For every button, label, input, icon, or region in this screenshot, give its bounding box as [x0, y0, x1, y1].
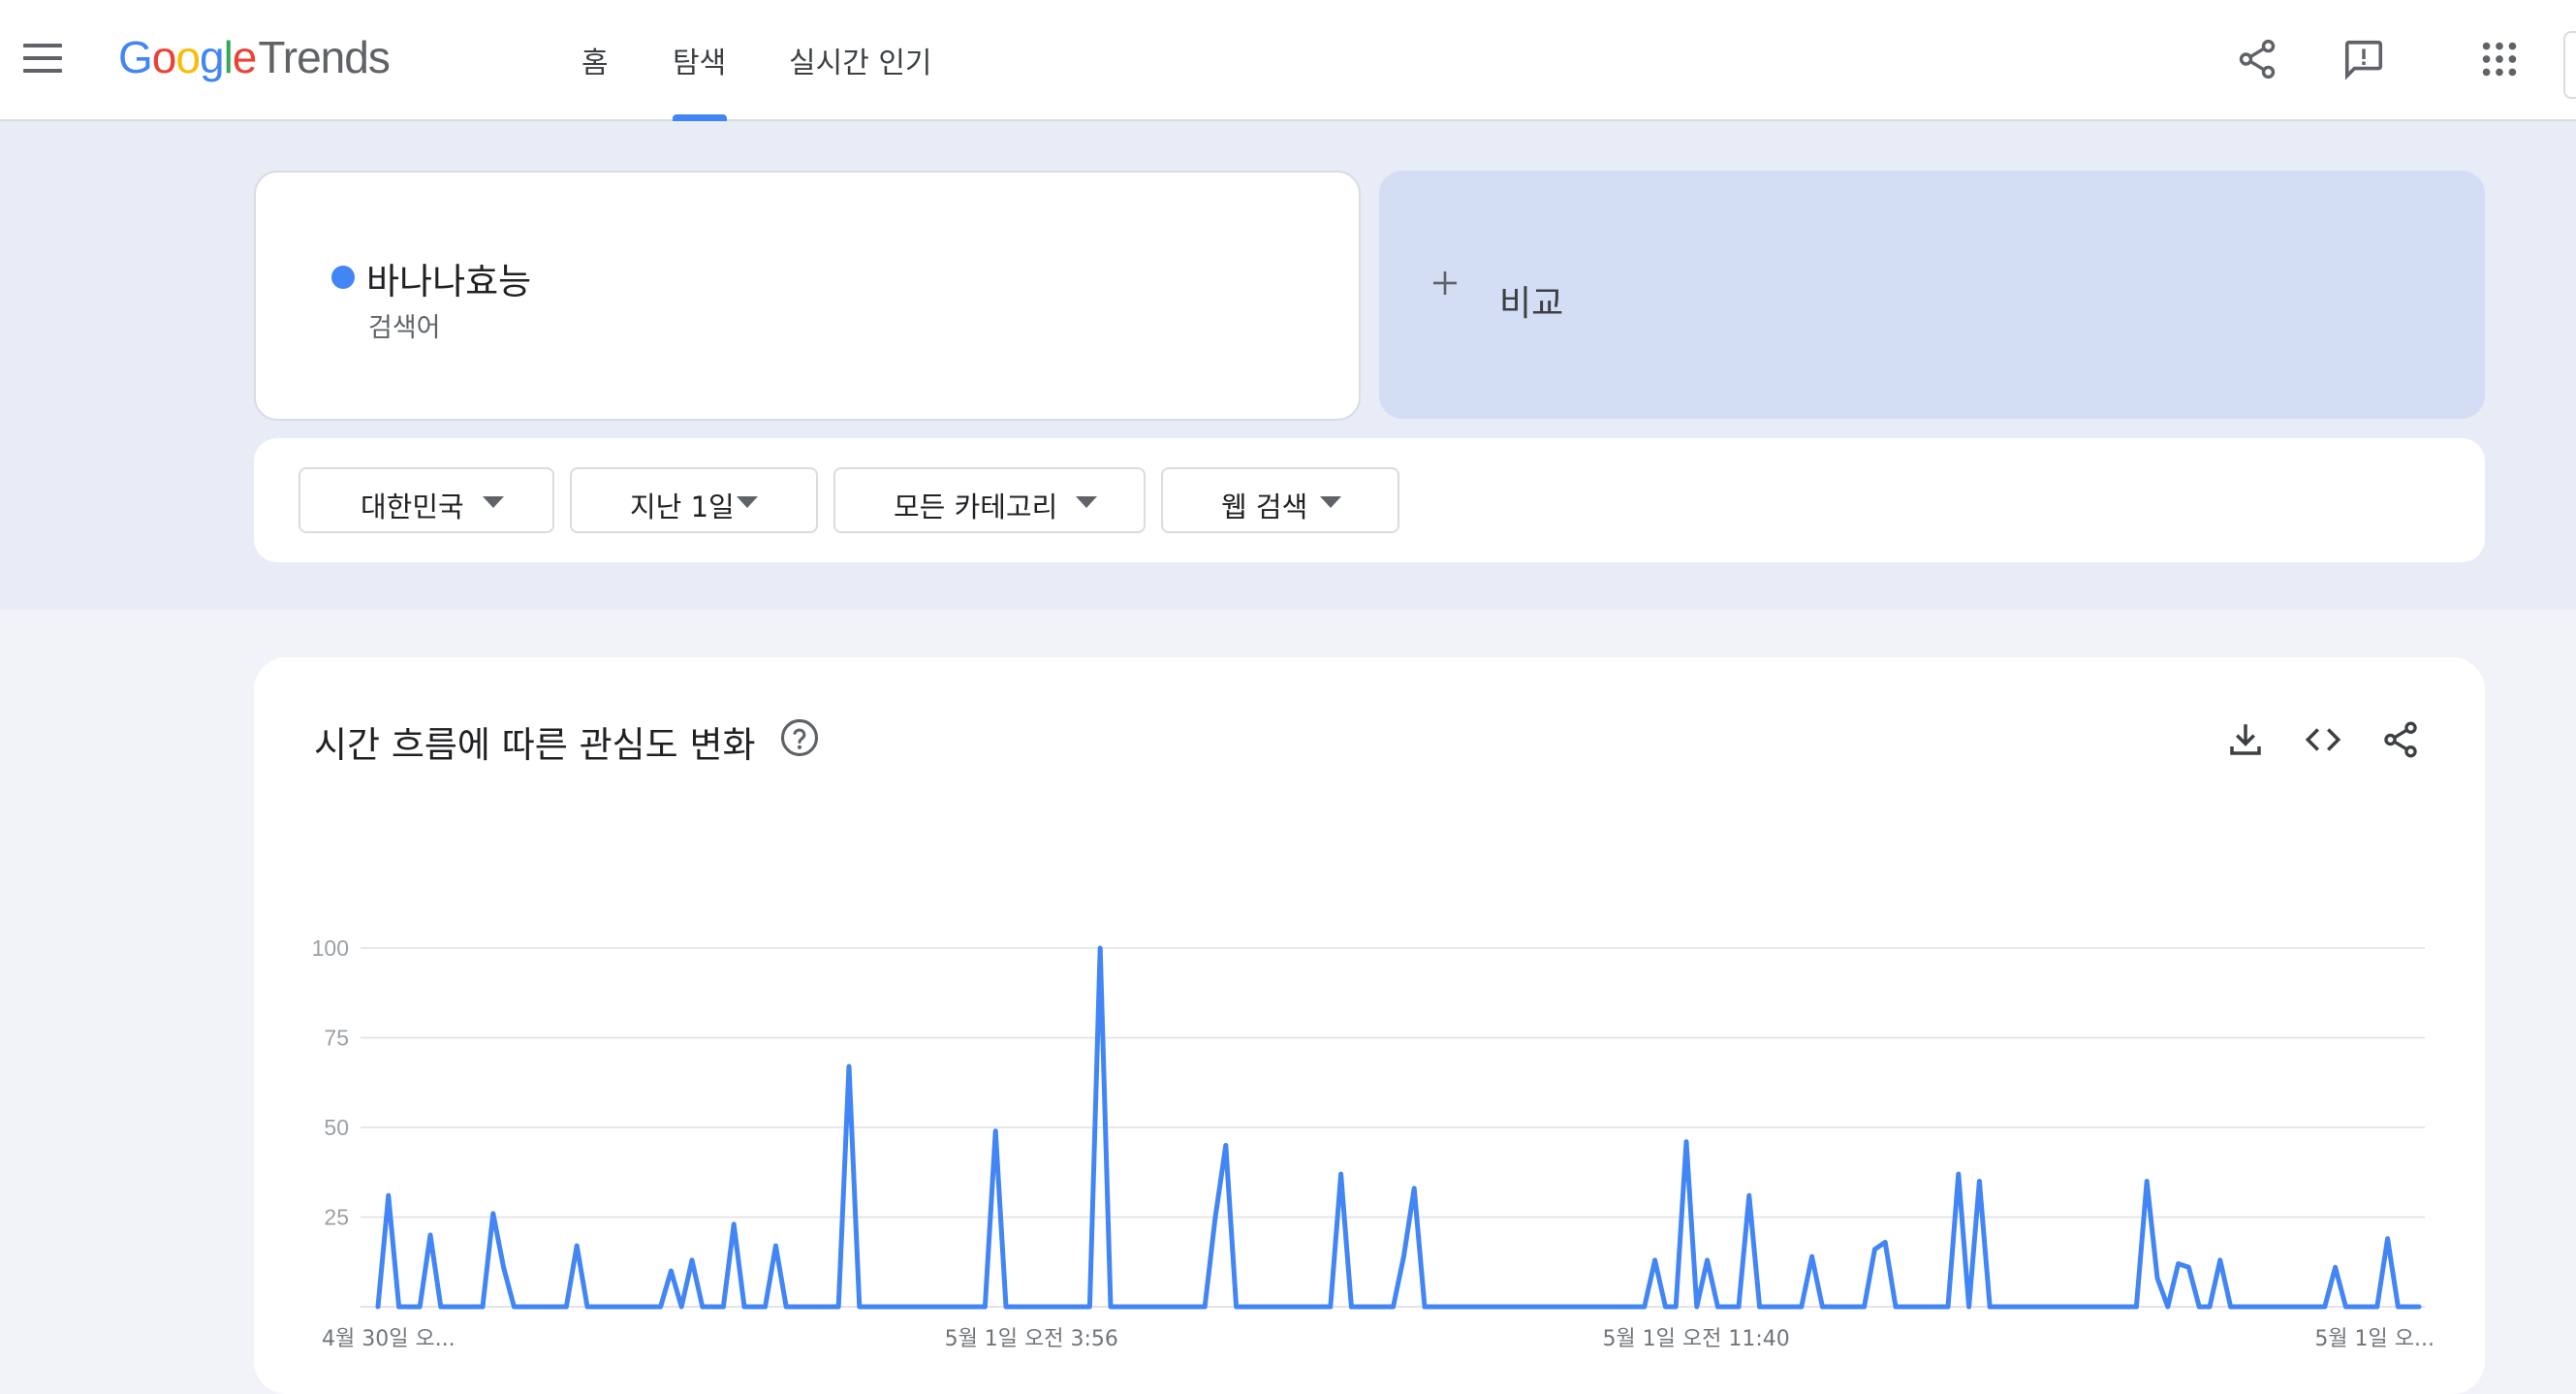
caret-down-icon: [1320, 496, 1341, 508]
time-filter[interactable]: 지난 1일: [570, 467, 818, 533]
logo-letter: o: [175, 32, 201, 82]
x-tick-label: 4월 30일 오...: [322, 1327, 456, 1351]
tab-trending-now[interactable]: 실시간 인기: [789, 39, 932, 81]
search-term[interactable]: 바나나효능: [366, 252, 531, 304]
google-trends-logo[interactable]: GoogleTrends: [118, 31, 391, 83]
logo-letter: G: [118, 32, 153, 82]
search-type-filter[interactable]: 웹 검색: [1161, 467, 1399, 533]
filter-bar: 대한민국 지난 1일 모든 카테고리 웹 검색: [254, 438, 2485, 562]
y-tick-label: 75: [324, 1026, 349, 1051]
term-color-dot: [331, 266, 355, 289]
top-header: GoogleTrends 홈 탐색 실시간 인기: [0, 0, 2576, 121]
caret-down-icon: [483, 496, 504, 508]
time-filter-label: 지난 1일: [630, 491, 735, 523]
share-icon[interactable]: [2235, 37, 2279, 81]
category-filter[interactable]: 모든 카테고리: [833, 467, 1146, 533]
y-tick-label: 25: [324, 1205, 349, 1230]
y-tick-label: 50: [324, 1115, 349, 1140]
logo-letter: g: [199, 32, 225, 82]
plus-icon: [1433, 271, 1457, 295]
menu-icon[interactable]: [23, 44, 62, 75]
active-tab-indicator: [673, 114, 727, 121]
logo-letter: o: [151, 32, 177, 82]
search-term-card[interactable]: 바나나효능 검색어: [254, 171, 1361, 421]
interest-line-chart[interactable]: 25 50 75 100 4월 30일 오... 5월 1일 오전 3:56 5월 1일 오…: [254, 657, 2485, 1367]
caret-down-icon: [1076, 496, 1097, 508]
logo-letter: l: [223, 32, 234, 82]
account-button-edge[interactable]: [2563, 31, 2576, 99]
x-tick-label: 5월 1일 오전 3:56: [945, 1327, 1118, 1351]
x-tick-label: 5월 1일 오...: [2314, 1327, 2435, 1351]
tab-explore[interactable]: 탐색: [673, 39, 726, 81]
region-filter[interactable]: 대한민국: [298, 467, 554, 533]
compare-button[interactable]: 비교: [1379, 171, 2485, 419]
caret-down-icon: [737, 496, 758, 508]
compare-label: 비교: [1499, 284, 1564, 324]
region-filter-label: 대한민국: [361, 491, 464, 523]
x-tick-label: 5월 1일 오전 11:40: [1602, 1327, 1789, 1351]
logo-google: Google: [118, 32, 258, 82]
apps-icon[interactable]: [2477, 37, 2522, 81]
logo-trends: Trends: [258, 32, 390, 82]
category-filter-label: 모든 카테고리: [894, 491, 1058, 523]
search-term-type: 검색어: [368, 313, 441, 343]
interest-over-time-card: 시간 흐름에 따른 관심도 변화 25 50 75 100 4월 30일 오... 5월 …: [254, 657, 2485, 1394]
search-type-filter-label: 웹 검색: [1221, 491, 1308, 523]
feedback-icon[interactable]: [2341, 37, 2386, 81]
tab-home[interactable]: 홈: [581, 39, 609, 81]
logo-letter: e: [232, 32, 258, 82]
y-tick-label: 100: [312, 935, 349, 961]
